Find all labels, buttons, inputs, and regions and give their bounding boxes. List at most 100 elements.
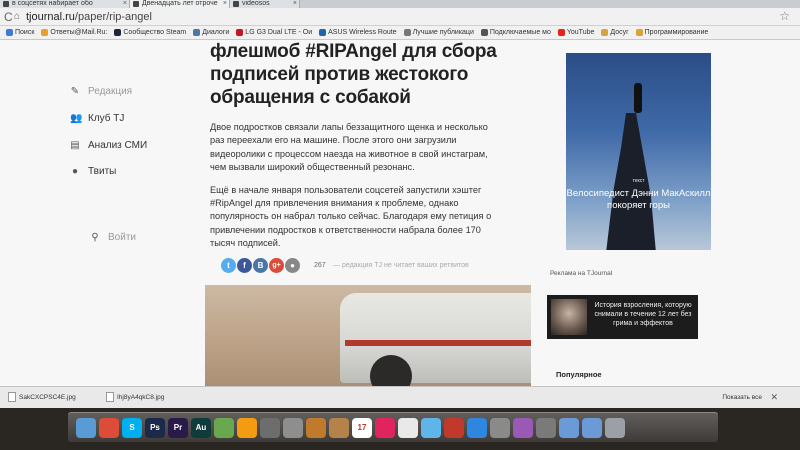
bookmark-favicon-icon bbox=[319, 29, 327, 36]
facebook-share-icon[interactable]: f bbox=[237, 258, 252, 273]
calendar-icon[interactable]: 17 bbox=[352, 417, 372, 438]
contacts-icon[interactable] bbox=[329, 417, 349, 438]
url-host: tjournal.ru bbox=[26, 11, 75, 23]
bookmark-item[interactable]: YouTube bbox=[557, 29, 594, 36]
folder-icon bbox=[601, 29, 609, 36]
file-icon bbox=[8, 392, 16, 402]
show-all-downloads-link[interactable]: Показать все bbox=[722, 394, 762, 401]
bookmark-star-icon[interactable]: ☆ bbox=[779, 9, 790, 23]
bookmark-favicon-icon bbox=[193, 29, 201, 36]
folder-icon bbox=[635, 29, 643, 36]
tab-favicon-icon bbox=[133, 1, 139, 7]
close-tab-icon[interactable]: × bbox=[123, 0, 127, 8]
bookmarks-bar: Поиск Ответы@Mail.Ru: Сообщество Steam Д… bbox=[0, 26, 800, 40]
photo-booth-icon[interactable] bbox=[444, 417, 464, 438]
close-downloads-icon[interactable]: ✕ bbox=[770, 392, 778, 403]
bookmark-favicon-icon bbox=[6, 29, 13, 36]
promo-thumbnail bbox=[551, 299, 587, 335]
photoshop-icon[interactable]: Ps bbox=[145, 417, 165, 438]
documents-folder-icon[interactable] bbox=[582, 417, 602, 438]
preview-icon[interactable] bbox=[283, 417, 303, 438]
download-item[interactable]: SakCXCPSC4E.jpg bbox=[8, 392, 76, 402]
vlc-icon[interactable] bbox=[237, 417, 257, 438]
premiere-icon[interactable]: Pr bbox=[168, 417, 188, 438]
finder-icon[interactable] bbox=[76, 417, 96, 438]
close-tab-icon[interactable]: × bbox=[293, 0, 297, 8]
login-link[interactable]: ⚲ Войти bbox=[90, 232, 136, 243]
skype-icon[interactable]: S bbox=[122, 417, 142, 438]
chrome-icon[interactable] bbox=[99, 417, 119, 438]
sidebar-ad-banner[interactable]: текст Велосипедист Дэнни МакАскилл покор… bbox=[566, 53, 711, 250]
nav-item-media-analysis[interactable]: ▤ Анализ СМИ bbox=[70, 140, 147, 151]
bookmark-item[interactable]: Подключаемые мо bbox=[480, 29, 551, 36]
audition-icon[interactable]: Au bbox=[191, 417, 211, 438]
article-paragraph: Двое подростков связали лапы беззащитног… bbox=[210, 122, 488, 173]
bookmark-folder[interactable]: Досуг bbox=[601, 29, 629, 36]
bookmark-item[interactable]: Лучшие публикаци bbox=[403, 29, 474, 36]
ad-cyclist-figure bbox=[634, 83, 642, 113]
web-page: ✎ Редакция 👥 Клуб TJ ▤ Анализ СМИ ● Твиты ⚲ В… bbox=[0, 40, 800, 386]
home-icon[interactable]: ⌂ bbox=[14, 10, 20, 24]
ad-text: Велосипедист Дэнни МакАскилл покоряет го… bbox=[566, 188, 711, 211]
share-note: — редакция TJ не читает ваших ретвитов bbox=[333, 262, 469, 269]
download-item[interactable]: Ihj8yA4qkC8.jpg bbox=[106, 392, 164, 402]
bookmark-item[interactable]: ASUS Wireless Route bbox=[319, 29, 397, 36]
ad-caption[interactable]: Реклама на TJournal bbox=[550, 270, 612, 277]
share-count: 267 bbox=[314, 262, 326, 269]
app-store-icon[interactable] bbox=[467, 417, 487, 438]
file-icon bbox=[106, 392, 114, 402]
googleplus-share-icon[interactable]: g+ bbox=[269, 258, 284, 273]
bookmark-item[interactable]: Сообщество Steam bbox=[114, 29, 186, 36]
nav-item-tweets[interactable]: ● Твиты bbox=[70, 166, 116, 177]
nav-item-editorial[interactable]: ✎ Редакция bbox=[70, 86, 132, 97]
browser-tab[interactable]: videosos × bbox=[230, 0, 300, 8]
dock: S Ps Pr Au 17 bbox=[68, 412, 718, 442]
bookmark-favicon-icon bbox=[114, 29, 122, 36]
bookmark-item[interactable]: Диалоги bbox=[193, 29, 229, 36]
reload-icon[interactable]: C bbox=[4, 10, 13, 24]
user-icon: ⚲ bbox=[91, 231, 99, 243]
trash-icon[interactable] bbox=[605, 417, 625, 438]
promo-card[interactable]: История взросления, которую снимали в те… bbox=[547, 295, 698, 339]
book-icon: ▤ bbox=[70, 139, 80, 151]
system-preferences-icon[interactable] bbox=[490, 417, 510, 438]
twitter-icon: ● bbox=[71, 165, 79, 177]
more-share-icon[interactable]: ● bbox=[285, 258, 300, 273]
messages-icon[interactable] bbox=[421, 417, 441, 438]
article-paragraph: Ещё в начале января пользователи соцсете… bbox=[210, 184, 492, 249]
tab-favicon-icon bbox=[3, 1, 9, 7]
bookmark-favicon-icon bbox=[403, 29, 411, 36]
url-field[interactable]: tjournal.ru/paper/rip-angel bbox=[26, 10, 152, 24]
imovie-icon[interactable] bbox=[260, 417, 280, 438]
bookmark-favicon-icon bbox=[236, 29, 244, 36]
vk-share-icon[interactable]: В bbox=[253, 258, 268, 273]
article-video[interactable] bbox=[205, 285, 531, 386]
downloads-bar: SakCXCPSC4E.jpg Ihj8yA4qkC8.jpg Показать… bbox=[0, 386, 800, 408]
bookmark-item[interactable]: LG G3 Dual LTE - Ои bbox=[236, 29, 312, 36]
notes-icon[interactable] bbox=[398, 417, 418, 438]
finder-folder-icon[interactable] bbox=[536, 417, 556, 438]
close-tab-icon[interactable]: × bbox=[223, 0, 227, 8]
tab-strip: в соцсетях набирает обо × Двенадцать лет … bbox=[0, 0, 800, 8]
video-frame-car bbox=[340, 293, 531, 383]
address-bar: C ⌂ tjournal.ru/paper/rip-angel ☆ bbox=[0, 8, 800, 26]
browser-tab-active[interactable]: Двенадцать лет отроче × bbox=[130, 0, 230, 8]
article: флешмоб #RIPAngel для сбора подписей про… bbox=[210, 40, 500, 251]
bookmark-item[interactable]: Поиск bbox=[6, 29, 34, 36]
ibooks-icon[interactable] bbox=[306, 417, 326, 438]
promo-text: История взросления, которую снимали в те… bbox=[594, 302, 692, 327]
itunes-icon[interactable] bbox=[375, 417, 395, 438]
browser-tab[interactable]: в соцсетях набирает обо × bbox=[0, 0, 130, 8]
bookmark-folder[interactable]: Программирование bbox=[635, 29, 708, 36]
bookmark-item[interactable]: Ответы@Mail.Ru: bbox=[41, 29, 107, 36]
youtube-icon bbox=[557, 29, 565, 36]
folder-icon[interactable] bbox=[559, 417, 579, 438]
mail-icon[interactable] bbox=[513, 417, 533, 438]
nav-item-club[interactable]: 👥 Клуб TJ bbox=[70, 113, 124, 124]
pen-icon: ✎ bbox=[70, 85, 80, 97]
vpn-icon[interactable] bbox=[214, 417, 234, 438]
popular-heading: Популярное bbox=[556, 370, 602, 379]
twitter-share-icon[interactable]: t bbox=[221, 258, 236, 273]
url-path: /paper/rip-angel bbox=[74, 11, 152, 23]
video-frame-stripe bbox=[345, 340, 531, 346]
